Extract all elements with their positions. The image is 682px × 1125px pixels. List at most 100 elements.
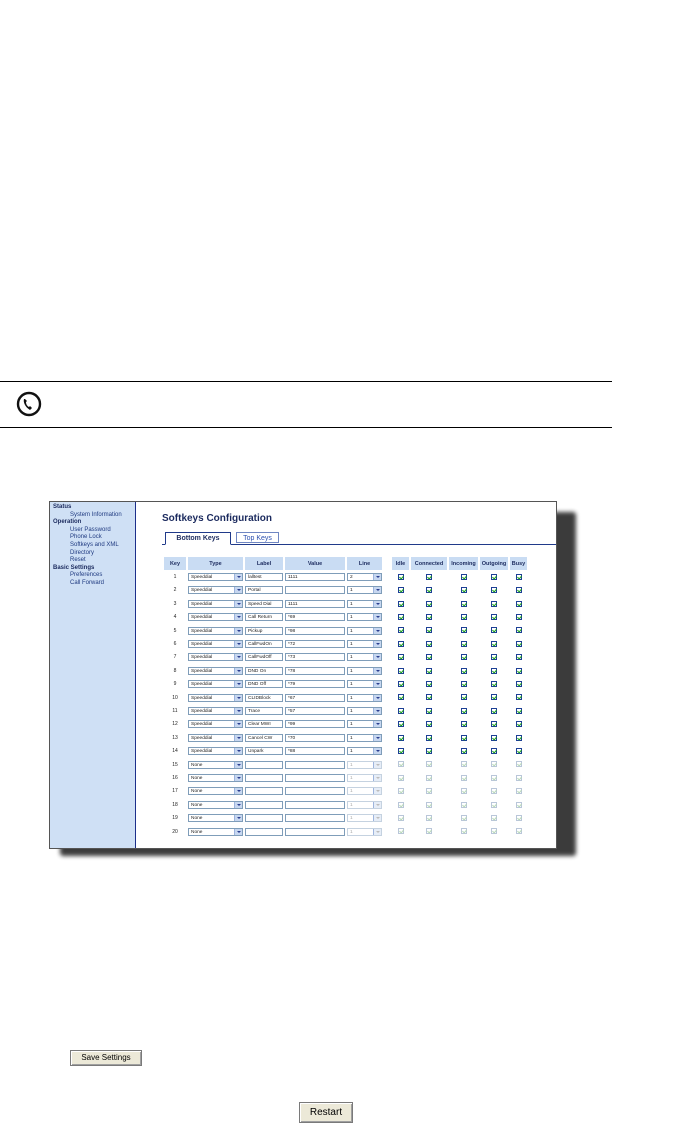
type-select[interactable]: Speeddial [188,613,243,622]
chevron-down-icon[interactable] [373,694,381,701]
value-input[interactable] [285,760,345,769]
value-input[interactable] [285,814,345,823]
label-input[interactable] [245,773,283,782]
connected-checkbox[interactable] [426,600,432,607]
label-input[interactable] [245,787,283,796]
sidebar-item-system-information[interactable]: System Information [50,512,135,520]
chevron-down-icon[interactable] [234,774,242,781]
connected-checkbox[interactable] [426,573,432,580]
busy-checkbox[interactable] [515,734,522,741]
incoming-checkbox[interactable] [460,654,467,661]
chevron-down-icon[interactable] [234,734,242,741]
label-input[interactable]: DND On [245,666,283,675]
sidebar-heading-basic-settings[interactable]: Basic Settings [50,565,135,573]
sidebar-item-preferences[interactable]: Preferences [50,572,135,580]
chevron-down-icon[interactable] [373,667,381,674]
restart-button[interactable]: Restart [299,1102,353,1123]
busy-checkbox[interactable] [515,667,522,674]
incoming-checkbox[interactable] [460,587,467,594]
busy-checkbox[interactable] [515,614,522,621]
idle-checkbox[interactable] [397,627,404,634]
chevron-down-icon[interactable] [234,721,242,728]
sidebar-item-phone-lock[interactable]: Phone Lock [50,534,135,542]
type-select[interactable]: Speeddial [188,666,243,675]
value-input[interactable] [285,800,345,809]
line-select[interactable]: 1 [347,640,382,649]
chevron-down-icon[interactable] [373,681,381,688]
outgoing-checkbox[interactable] [491,614,497,621]
type-select[interactable]: Speeddial [188,733,243,742]
sidebar-item-user-password[interactable]: User Password [50,527,135,535]
line-select[interactable]: 1 [347,586,382,595]
outgoing-checkbox[interactable] [491,667,497,674]
idle-checkbox[interactable] [397,573,404,580]
idle-checkbox[interactable] [397,694,404,701]
busy-checkbox[interactable] [515,627,522,634]
chevron-down-icon[interactable] [373,600,381,607]
incoming-checkbox[interactable] [460,748,467,754]
line-select[interactable]: 1 [347,720,382,729]
type-select[interactable]: Speeddial [188,693,243,702]
chevron-down-icon[interactable] [234,600,242,607]
value-input[interactable]: *72 [285,640,345,649]
sidebar-heading-operation[interactable]: Operation [50,519,135,527]
connected-checkbox[interactable] [426,734,432,741]
idle-checkbox[interactable] [397,600,404,607]
label-input[interactable]: Trace [245,706,283,715]
line-select[interactable]: 1 [347,666,382,675]
outgoing-checkbox[interactable] [491,748,497,754]
connected-checkbox[interactable] [426,627,432,634]
outgoing-checkbox[interactable] [491,734,497,741]
idle-checkbox[interactable] [397,654,404,661]
outgoing-checkbox[interactable] [491,600,497,607]
tab-top-keys[interactable]: Top Keys [236,532,279,543]
idle-checkbox[interactable] [397,681,404,688]
tab-bottom-keys[interactable]: Bottom Keys [165,532,231,545]
idle-checkbox[interactable] [397,721,404,728]
sidebar-item-reset[interactable]: Reset [50,557,135,565]
value-input[interactable]: 1111 [285,599,345,608]
line-select[interactable]: 1 [347,680,382,689]
incoming-checkbox[interactable] [460,600,467,607]
chevron-down-icon[interactable] [373,574,381,581]
incoming-checkbox[interactable] [460,707,467,714]
line-select[interactable]: 1 [347,613,382,622]
label-input[interactable]: CallFwdOn [245,640,283,649]
connected-checkbox[interactable] [426,748,432,754]
type-select[interactable]: None [188,800,243,809]
chevron-down-icon[interactable] [234,627,242,634]
outgoing-checkbox[interactable] [491,640,497,647]
value-input[interactable]: *67 [285,693,345,702]
line-select[interactable]: 1 [347,706,382,715]
chevron-down-icon[interactable] [373,614,381,621]
sidebar-heading-status[interactable]: Status [50,504,135,512]
label-input[interactable]: DND Off [245,680,283,689]
sidebar-item-call-forward[interactable]: Call Forward [50,580,135,588]
value-input[interactable]: *79 [285,680,345,689]
incoming-checkbox[interactable] [460,681,467,688]
connected-checkbox[interactable] [426,640,432,647]
chevron-down-icon[interactable] [234,801,242,808]
idle-checkbox[interactable] [397,614,404,621]
value-input[interactable]: *78 [285,666,345,675]
chevron-down-icon[interactable] [234,681,242,688]
value-input[interactable]: *99 [285,720,345,729]
type-select[interactable]: Speeddial [188,706,243,715]
line-select[interactable]: 1 [347,626,382,635]
label-input[interactable]: Cancel CW [245,733,283,742]
type-select[interactable]: Speeddial [188,720,243,729]
connected-checkbox[interactable] [426,707,432,714]
busy-checkbox[interactable] [515,721,522,728]
busy-checkbox[interactable] [515,654,522,661]
label-input[interactable]: lalltest [245,573,283,582]
value-input[interactable] [285,827,345,836]
idle-checkbox[interactable] [397,707,404,714]
type-select[interactable]: Speeddial [188,599,243,608]
type-select[interactable]: Speeddial [188,640,243,649]
save-settings-button[interactable]: Save Settings [70,1050,142,1066]
type-select[interactable]: Speeddial [188,653,243,662]
type-select[interactable]: Speeddial [188,747,243,756]
outgoing-checkbox[interactable] [491,573,497,580]
connected-checkbox[interactable] [426,587,432,594]
line-select[interactable]: 2 [347,573,382,582]
